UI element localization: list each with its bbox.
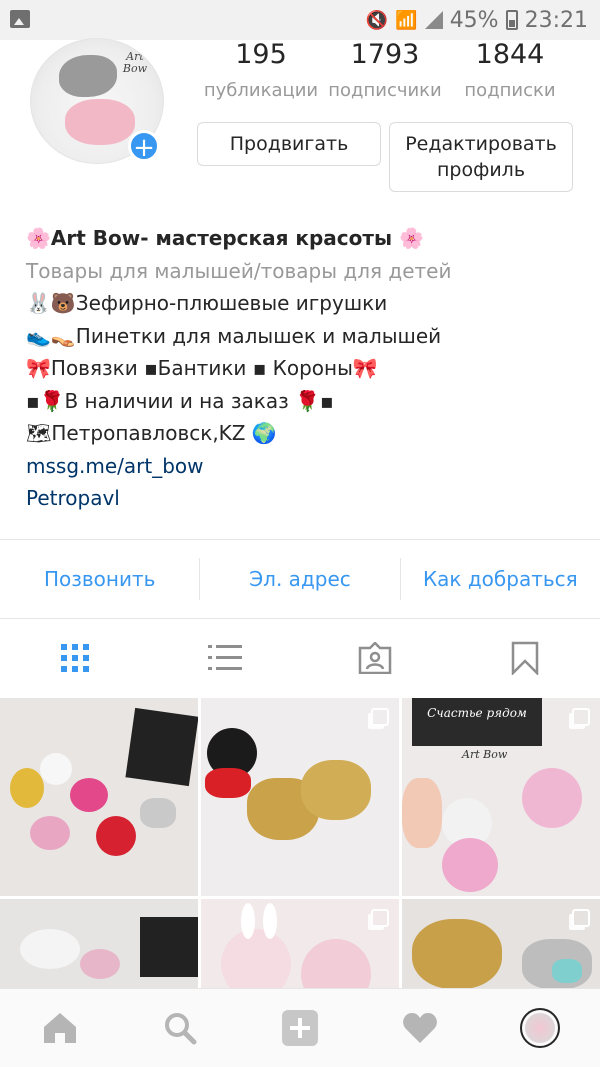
stat-posts[interactable]: 195 публикации bbox=[196, 38, 326, 104]
signal-icon bbox=[424, 11, 443, 29]
posts-count: 195 bbox=[235, 39, 287, 70]
tab-saved[interactable] bbox=[450, 619, 600, 697]
nav-activity[interactable] bbox=[360, 989, 480, 1067]
photo-bunny-ear bbox=[241, 903, 255, 939]
grid-photo[interactable] bbox=[0, 899, 198, 988]
bio-line: 🎀Повязки ▪Бантики ▪ Короны🎀 bbox=[26, 356, 378, 380]
profile-name: 🌸Art Bow- мастерская красоты 🌸 bbox=[26, 226, 424, 250]
photo-bow bbox=[70, 778, 108, 812]
photo-shoe bbox=[301, 760, 371, 820]
photo-flower bbox=[30, 816, 70, 850]
call-button[interactable]: Позвонить bbox=[0, 540, 199, 618]
nav-home[interactable] bbox=[0, 989, 120, 1067]
photo-card bbox=[125, 707, 198, 787]
photo-flower bbox=[10, 768, 44, 808]
photo-shoe bbox=[412, 919, 502, 988]
followers-label: подписчики bbox=[328, 80, 442, 101]
list-icon bbox=[208, 645, 242, 670]
photo-flower bbox=[80, 949, 120, 979]
tab-tagged[interactable] bbox=[300, 619, 450, 697]
bio-line: ▪🌹В наличии и на заказ 🌹▪ bbox=[26, 388, 334, 413]
multi-photo-icon bbox=[572, 708, 590, 726]
following-count: 1844 bbox=[475, 39, 545, 70]
promote-button[interactable]: Продвигать bbox=[197, 122, 381, 166]
profile-view-tabs bbox=[0, 619, 600, 697]
multi-photo-icon bbox=[572, 909, 590, 927]
posts-label: публикации bbox=[203, 80, 319, 101]
status-bar: 🔇 📶 45% 23:21 bbox=[0, 0, 600, 40]
tab-grid[interactable] bbox=[0, 619, 150, 697]
grid-photo[interactable]: Счастье рядом Art Bow bbox=[402, 698, 600, 896]
tagged-person-icon bbox=[358, 642, 392, 674]
bottom-navigation bbox=[0, 988, 600, 1067]
photo-rose bbox=[442, 838, 498, 892]
grid-photo[interactable] bbox=[201, 899, 399, 988]
multi-photo-icon bbox=[371, 708, 389, 726]
heart-icon bbox=[403, 1013, 437, 1043]
photo-red-bow bbox=[205, 768, 251, 798]
clock: 23:21 bbox=[524, 7, 588, 33]
photo-grid: Счастье рядом Art Bow bbox=[0, 698, 600, 988]
mute-icon: 🔇 bbox=[365, 9, 389, 31]
grid-photo[interactable] bbox=[201, 698, 399, 896]
tab-list[interactable] bbox=[150, 619, 300, 697]
photo-flower bbox=[40, 753, 72, 785]
bio-location-link[interactable]: Petropavl bbox=[26, 482, 586, 515]
search-icon bbox=[165, 1013, 197, 1045]
avatar-bow-grey bbox=[59, 55, 117, 97]
bio-line: 👟👡Пинетки для малышек и малышей bbox=[26, 323, 442, 348]
grid-photo[interactable] bbox=[402, 899, 600, 988]
nav-profile[interactable] bbox=[480, 989, 600, 1067]
profile-bio: 🌸Art Bow- мастерская красоты 🌸 Товары дл… bbox=[26, 222, 586, 515]
email-button[interactable]: Эл. адрес bbox=[200, 540, 399, 618]
edit-profile-button[interactable]: Редактировать профиль bbox=[389, 122, 573, 192]
profile-avatar-icon bbox=[520, 1008, 560, 1048]
nav-search[interactable] bbox=[120, 989, 240, 1067]
bookmark-icon bbox=[511, 641, 539, 675]
photo-card-text: Счастье рядом bbox=[427, 706, 527, 720]
status-indicators: 🔇 📶 45% 23:21 bbox=[366, 7, 588, 33]
photo-bunny bbox=[221, 929, 291, 988]
photo-bunny-ear bbox=[263, 903, 277, 939]
add-post-icon bbox=[282, 1010, 318, 1046]
grid-icon bbox=[61, 644, 89, 672]
bio-line: 🐰🐻Зефирно-плюшевые игрушки bbox=[26, 291, 388, 315]
photo-bow bbox=[552, 959, 582, 983]
grid-photo[interactable] bbox=[0, 698, 198, 896]
photo-flower bbox=[20, 929, 80, 969]
photo-card bbox=[140, 917, 198, 977]
battery-percent: 45% bbox=[449, 7, 499, 33]
followers-count: 1793 bbox=[350, 39, 420, 70]
bio-line: 🗺Петропавловск,KZ 🌍 bbox=[26, 421, 277, 445]
wifi-icon: 📶 bbox=[395, 9, 418, 31]
photo-flower bbox=[96, 816, 136, 856]
photo-bunny bbox=[301, 939, 371, 988]
home-icon bbox=[44, 1013, 76, 1043]
photo-crown bbox=[140, 798, 176, 828]
avatar-logo: Art Bow bbox=[122, 50, 147, 75]
photo-hand bbox=[402, 778, 442, 848]
stat-followers[interactable]: 1793 подписчики bbox=[320, 38, 450, 104]
edit-profile-label-1: Редактировать bbox=[405, 133, 557, 155]
stat-following[interactable]: 1844 подписки bbox=[445, 38, 575, 104]
following-label: подписки bbox=[464, 80, 556, 101]
nav-new-post[interactable] bbox=[240, 989, 360, 1067]
directions-button[interactable]: Как добраться bbox=[401, 540, 600, 618]
bio-website-link[interactable]: mssg.me/art_bow bbox=[26, 450, 586, 483]
edit-profile-label-2: профиль bbox=[436, 159, 526, 181]
multi-photo-icon bbox=[371, 909, 389, 927]
photo-card: Счастье рядом bbox=[412, 698, 542, 746]
photo-logo-text: Art Bow bbox=[462, 748, 508, 761]
gallery-notification-icon bbox=[10, 10, 30, 28]
photo-rose bbox=[522, 768, 582, 828]
add-story-button[interactable]: + bbox=[128, 130, 160, 163]
avatar-bow-pink bbox=[65, 99, 135, 145]
profile-category: Товары для малышей/товары для детей bbox=[26, 258, 452, 283]
contact-buttons: Позвонить Эл. адрес Как добраться bbox=[0, 540, 600, 618]
battery-icon bbox=[505, 10, 518, 30]
